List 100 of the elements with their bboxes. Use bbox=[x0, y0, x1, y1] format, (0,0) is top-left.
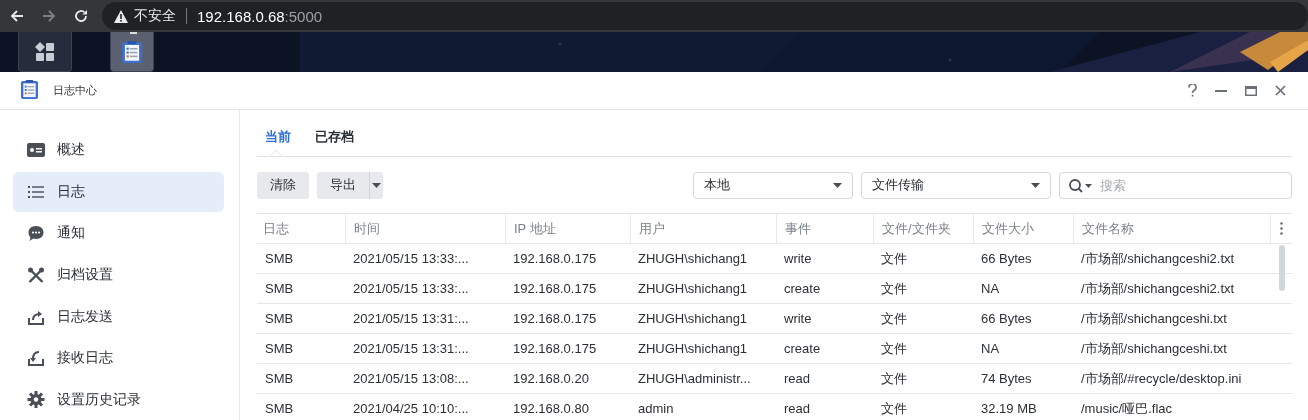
back-icon[interactable] bbox=[10, 9, 24, 23]
table-cell-text: SMB bbox=[264, 371, 295, 386]
speech-bubble-icon bbox=[27, 224, 45, 242]
table-cell-text: 文件 bbox=[880, 369, 908, 388]
tab[interactable]: 当前 bbox=[265, 118, 291, 156]
table-cell-text: /市场部/shichangceshi2.txt bbox=[1080, 279, 1236, 298]
table-cell-text: write bbox=[783, 251, 813, 266]
warning-icon bbox=[114, 9, 128, 23]
table-cell-text: create bbox=[783, 281, 822, 296]
table-cell-text: 文件 bbox=[880, 339, 908, 358]
table-cell-text: ZHUGH\shichang1 bbox=[637, 281, 749, 296]
sidebar-item[interactable]: 日志发送 bbox=[13, 296, 224, 337]
url-host: 192.168.0.68 bbox=[197, 7, 285, 25]
close-icon[interactable] bbox=[1275, 85, 1286, 96]
table-cell-text: 文件 bbox=[880, 279, 908, 298]
table-cell-text: ZHUGH\shichang1 bbox=[637, 341, 749, 356]
upload-tray-icon bbox=[27, 308, 45, 325]
table-cell-text: 192.168.0.175 bbox=[512, 281, 598, 296]
search-field[interactable]: 搜索 bbox=[1059, 171, 1292, 199]
table-cell-text: 2021/05/15 13:31:... bbox=[352, 311, 470, 326]
reload-icon[interactable] bbox=[74, 9, 88, 23]
sidebar-item[interactable]: 设置历史记录 bbox=[13, 379, 224, 420]
column-header[interactable]: 用户 bbox=[630, 214, 776, 243]
maximize-icon[interactable] bbox=[1245, 85, 1257, 96]
table-cell-text: ZHUGH\administr... bbox=[637, 371, 752, 386]
clipboard-icon bbox=[121, 39, 143, 64]
url-port: :5000 bbox=[284, 7, 323, 25]
table-cell-text: /市场部/shichangceshi.txt bbox=[1080, 339, 1228, 358]
minimize-icon[interactable] bbox=[1215, 89, 1227, 92]
table-cell-text: 66 Bytes bbox=[980, 311, 1033, 326]
table-cell-text: admin bbox=[637, 401, 675, 416]
clear-button[interactable]: 清除 bbox=[257, 171, 309, 199]
table-cell-text: SMB bbox=[264, 251, 295, 266]
source-select[interactable]: 本地 bbox=[693, 171, 853, 199]
forward-icon[interactable] bbox=[42, 9, 56, 23]
tools-icon bbox=[27, 266, 45, 284]
table-cell-text: 74 Bytes bbox=[980, 371, 1033, 386]
table-cell-text: SMB bbox=[264, 281, 295, 296]
table-cell-text: read bbox=[783, 401, 812, 416]
table-cell-text: 192.168.0.80 bbox=[512, 401, 590, 416]
window-title: 日志中心 bbox=[53, 83, 97, 98]
table-cell-text: ZHUGH\shichang1 bbox=[637, 251, 749, 266]
taskbar-button[interactable] bbox=[18, 32, 72, 72]
table-cell-text: ZHUGH\shichang1 bbox=[637, 311, 749, 326]
column-header[interactable]: 时间 bbox=[345, 214, 505, 243]
sidebar-item[interactable]: 通知 bbox=[13, 213, 224, 254]
table-cell-text: 32.19 MB bbox=[980, 401, 1038, 416]
table-cell-text: 192.168.0.175 bbox=[512, 341, 598, 356]
clipboard-icon bbox=[20, 78, 39, 100]
column-header[interactable]: IP 地址 bbox=[505, 214, 630, 243]
sidebar-item[interactable]: 日志 bbox=[13, 171, 224, 213]
table-cell-text: 192.168.0.175 bbox=[512, 311, 598, 326]
table-cell-text: 2021/05/15 13:31:... bbox=[352, 341, 470, 356]
column-header[interactable]: 文件大小 bbox=[973, 214, 1073, 243]
table-cell-text: create bbox=[783, 341, 822, 356]
table-cell-text: /市场部/shichangceshi2.txt bbox=[1080, 249, 1236, 268]
table-cell-text: 66 Bytes bbox=[980, 251, 1033, 266]
table-cell-text: read bbox=[783, 371, 812, 386]
table-cell-text: 2021/04/25 10:10:... bbox=[352, 401, 470, 416]
sidebar-item[interactable]: 概述 bbox=[13, 130, 224, 171]
table-cell-text: 2021/05/15 13:33:... bbox=[352, 251, 470, 266]
table-cell-text: SMB bbox=[264, 311, 295, 326]
column-header[interactable]: 文件/文件夹 bbox=[873, 214, 973, 243]
table-cell-text: 文件 bbox=[880, 249, 908, 268]
table-cell-text: NA bbox=[980, 281, 1001, 296]
table-cell-text: SMB bbox=[264, 341, 295, 356]
column-header[interactable]: 日志 bbox=[257, 214, 345, 243]
sidebar-item[interactable]: 归档设置 bbox=[13, 254, 224, 296]
table-cell-text: NA bbox=[980, 341, 1001, 356]
table-cell-text: /市场部/shichangceshi.txt bbox=[1080, 309, 1228, 328]
table-cell-text: SMB bbox=[264, 401, 295, 416]
caret-icon bbox=[1031, 182, 1040, 188]
taskbar-button[interactable] bbox=[110, 32, 154, 72]
export-button[interactable]: 导出 bbox=[317, 171, 369, 199]
caret-icon bbox=[372, 182, 381, 188]
id-card-icon bbox=[27, 142, 45, 159]
more-icon[interactable] bbox=[1280, 222, 1283, 235]
table-cell-text: 文件 bbox=[880, 309, 908, 328]
tab[interactable]: 已存档 bbox=[315, 118, 354, 156]
log-type-select[interactable]: 文件传输 bbox=[861, 171, 1051, 199]
table-cell-text: 192.168.0.175 bbox=[512, 251, 598, 266]
table-cell-text: 文件 bbox=[880, 399, 908, 418]
scrollbar[interactable] bbox=[1279, 245, 1285, 291]
table-cell-text: write bbox=[783, 311, 813, 326]
security-label: 不安全 bbox=[134, 7, 176, 25]
table-cell-text: 2021/05/15 13:33:... bbox=[352, 281, 470, 296]
column-header[interactable]: 事件 bbox=[776, 214, 873, 243]
settings-icon bbox=[27, 391, 45, 409]
table-cell-text: 2021/05/15 13:08:... bbox=[352, 371, 470, 386]
sidebar-item[interactable]: 接收日志 bbox=[13, 337, 224, 379]
download-tray-icon bbox=[27, 350, 45, 367]
help-icon[interactable] bbox=[1188, 84, 1197, 97]
table-cell-text: /music/哑巴.flac bbox=[1080, 399, 1173, 418]
column-header[interactable]: 文件名称 bbox=[1073, 214, 1270, 243]
grid-icon bbox=[35, 41, 55, 62]
caret-icon bbox=[833, 182, 842, 188]
dropdown-button[interactable] bbox=[369, 171, 383, 199]
address-bar[interactable]: 不安全 192.168.0.68:5000 bbox=[102, 2, 1308, 30]
table-cell-text: 192.168.0.20 bbox=[512, 371, 590, 386]
table-cell-text: /市场部/#recycle/desktop.ini bbox=[1080, 369, 1243, 388]
